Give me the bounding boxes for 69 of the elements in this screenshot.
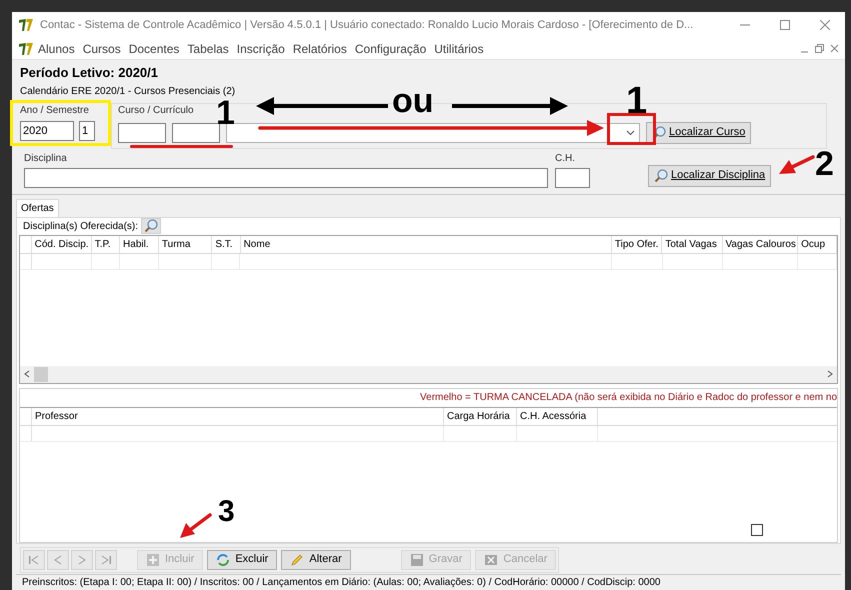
discipline-field[interactable]	[24, 168, 548, 188]
maximize-icon	[780, 20, 790, 30]
annotation-text: ou	[392, 84, 434, 118]
recycle-arrows-icon	[216, 552, 230, 566]
app-logo-icon	[18, 18, 34, 32]
annotation-arrow	[180, 513, 212, 538]
menu-item[interactable]: Alunos	[34, 40, 79, 58]
menu-item[interactable]: Utilitários	[430, 40, 488, 58]
menu-item[interactable]: Inscrição	[232, 40, 289, 58]
app-logo-icon	[18, 42, 34, 56]
scroll-left-icon[interactable]	[24, 370, 30, 378]
semester-field[interactable]: 1	[79, 120, 95, 140]
horizontal-scrollbar[interactable]	[20, 366, 837, 382]
annotation-number: 2	[815, 147, 834, 181]
annotation-number: 1	[626, 82, 648, 120]
discipline-label: Disciplina	[24, 152, 68, 166]
course-code-field[interactable]	[118, 122, 166, 142]
checkbox[interactable]	[751, 524, 763, 536]
column-header: Habil.	[120, 236, 159, 252]
find-discipline-button[interactable]: Localizar Disciplina	[648, 164, 772, 186]
period-title: Período Letivo: 2020/1	[20, 64, 159, 82]
column-header: S.T.	[212, 236, 241, 252]
hours-label: C.H.	[555, 152, 576, 166]
course-label: Curso / Currículo	[118, 104, 194, 118]
column-header: Ocup	[798, 236, 837, 252]
offered-disciplines-label: Disciplina(s) Oferecida(s):	[23, 220, 138, 234]
column-header: Cód. Discip.	[32, 236, 92, 252]
window-title: Contac - Sistema de Controle Acadêmico | Versão 4.5.0.1 | Usuário conectado: Ronaldo Lucio Morais Cardoso - [Oferecimento de D...	[40, 18, 694, 33]
status-text: Preinscritos: (Etapa I: 00; Etapa II: 00) / Inscritos: 00 / Lançamentos em Diário: (Aulas: 00; Avaliações: 0) / CodHorário: 00000 / CodDiscip: 0000	[22, 576, 660, 588]
cancelled-class-note: Vermelho = TURMA CANCELADA (não será exibida no Diário e Radoc do professor e nem no	[420, 391, 837, 405]
cancel-icon	[484, 552, 498, 566]
highlight-frame	[607, 113, 656, 145]
menu-item[interactable]: Cursos	[78, 40, 125, 58]
column-header: T.P.	[92, 236, 120, 252]
calendar-label: Calendário ERE 2020/1 - Cursos Presenciais (2)	[20, 84, 236, 98]
delete-button[interactable]: Excluir	[207, 550, 278, 570]
annotation-number: 1	[216, 96, 235, 130]
column-header: Nome	[240, 236, 612, 252]
year-semester-label: Ano / Semestre	[20, 104, 90, 118]
scroll-thumb[interactable]	[34, 366, 48, 382]
curriculum-field[interactable]	[172, 122, 220, 142]
annotation-arrow	[779, 155, 815, 174]
plus-icon	[146, 552, 160, 566]
year-field[interactable]: 2020	[20, 120, 74, 140]
column-header: Carga Horária	[444, 408, 517, 424]
annotation-number: 3	[218, 497, 235, 527]
column-header: Vagas Calouros	[722, 236, 798, 252]
search-button[interactable]	[141, 218, 162, 234]
close-icon	[820, 20, 830, 30]
column-header: C.H. Acessória	[517, 408, 598, 424]
column-header: Professor	[32, 408, 444, 424]
pencil-icon	[290, 552, 304, 566]
search-icon	[144, 219, 158, 233]
tab[interactable]: Ofertas	[16, 198, 59, 216]
close-icon[interactable]	[830, 44, 839, 53]
find-course-button[interactable]: Localizar Curso	[646, 122, 752, 144]
column-header: Total Vagas	[662, 236, 722, 252]
scroll-right-icon[interactable]	[827, 370, 833, 378]
menu-item[interactable]: Relatórios	[288, 40, 351, 58]
dropdown-caret-icon	[626, 130, 635, 136]
column-header: Turma	[158, 236, 212, 252]
edit-button[interactable]: Alterar	[281, 550, 351, 570]
restore-icon[interactable]	[815, 44, 824, 53]
hours-field[interactable]	[555, 168, 590, 188]
menu-item[interactable]: Tabelas	[183, 40, 233, 58]
menu-item[interactable]: Docentes	[124, 40, 184, 58]
search-icon	[654, 168, 668, 182]
column-header: Tipo Ofer.	[612, 236, 662, 252]
menu-item[interactable]: Configuração	[350, 40, 430, 58]
